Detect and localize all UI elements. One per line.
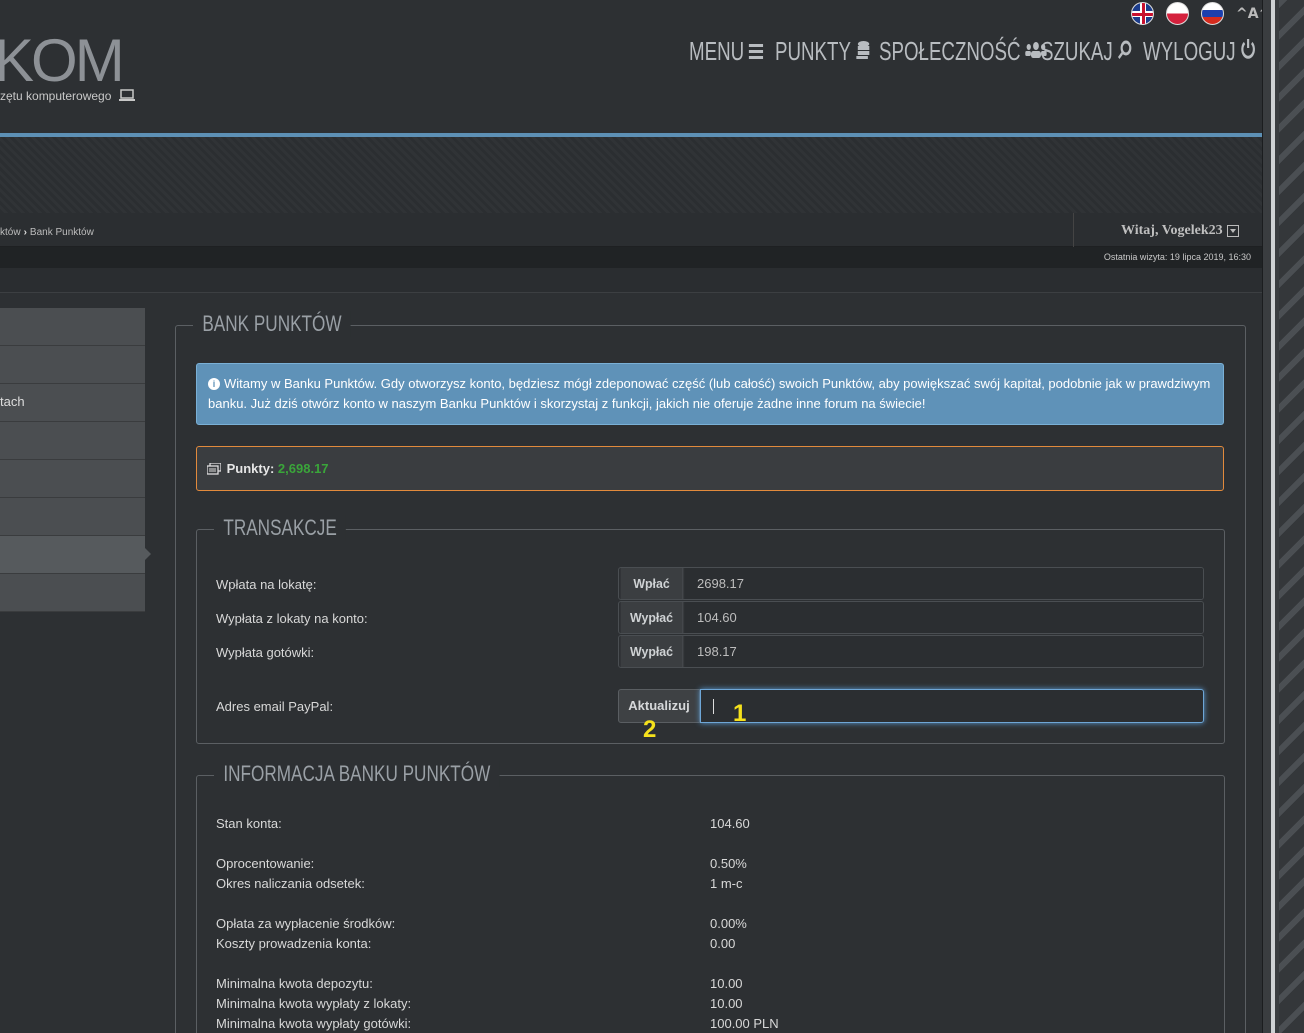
nav-punkty-label: PUNKTY [775, 36, 851, 66]
stat-value: 1 m-c [710, 876, 743, 891]
paypal-group: Aktualizuj [618, 689, 1204, 723]
annotation-button: 2 [643, 716, 657, 743]
info-alert: i Witamy w Banku Punktów. Gdy otworzysz k… [196, 363, 1224, 425]
divider [1073, 213, 1074, 247]
bank-info-panel [196, 775, 1225, 1033]
stat-label: Oprocentowanie: [216, 856, 315, 871]
breadcrumb-parent[interactable]: któw [0, 227, 21, 238]
deposit-group: Wpłać 2698.17 [618, 567, 1204, 600]
stat-label: Opłata za wypłacenie środków: [216, 916, 396, 931]
sidebar-item[interactable] [0, 422, 145, 460]
points-value: 2,698.17 [277, 461, 329, 476]
breadcrumb-bar: któw › Bank Punktów Witaj, Vogelek23 [0, 213, 1262, 247]
deposit-label: Wpłata na lokatę: [216, 577, 317, 592]
text-caret [713, 699, 714, 714]
main-nav: MENU PUNKTY SPOŁECZNOŚĆ SZUKAJ WYLOGUJ [689, 36, 1255, 70]
info-text: Witamy w Banku Punktów. Gdy otworzysz ko… [208, 376, 1211, 411]
money-icon [206, 462, 222, 478]
stat-value: 0.00% [710, 916, 747, 931]
deposit-button[interactable]: Wpłać [620, 568, 684, 599]
nav-menu-label: MENU [689, 36, 745, 66]
flag-ru-icon[interactable] [1201, 2, 1224, 25]
stat-label: Minimalna kwota wypłaty z lokaty: [216, 996, 412, 1011]
withdraw-cash-button[interactable]: Wypłać [620, 636, 684, 667]
last-visit: Ostatnia wizyta: 19 lipca 2019, 16:30 [1103, 252, 1251, 262]
stat-value: 10.00 [710, 996, 743, 1011]
coins-icon [855, 36, 871, 67]
paypal-email-input[interactable] [700, 689, 1204, 723]
breadcrumb-separator-icon: › [23, 227, 27, 238]
nav-wyloguj-label: WYLOGUJ [1143, 36, 1236, 66]
sidebar-item[interactable] [0, 346, 145, 384]
welcome-text: Witaj, Vogelek23 [1121, 223, 1223, 238]
sidebar-item[interactable] [0, 308, 145, 346]
info-icon: i [208, 378, 220, 390]
search-icon [1117, 36, 1132, 67]
site-logo[interactable]: KOM [0, 26, 125, 95]
withdraw-deposit-label: Wypłata z lokaty na konto: [216, 611, 368, 626]
paypal-update-button[interactable]: Aktualizuj [618, 689, 700, 723]
points-label: Punkty: [226, 461, 275, 476]
sidebar: tach [0, 308, 151, 612]
breadcrumb: któw › Bank Punktów [0, 227, 94, 238]
laptop-icon [118, 89, 135, 104]
bank-title: BANK PUNKTÓW [193, 311, 351, 337]
language-switcher: ^A^ [1131, 2, 1270, 25]
stat-label: Minimalna kwota depozytu: [216, 976, 373, 991]
withdraw-deposit-group: Wypłać 104.60 [618, 601, 1204, 634]
stat-label: Koszty prowadzenia konta: [216, 936, 372, 951]
sidebar-item[interactable] [0, 498, 145, 536]
stat-label: Okres naliczania odsetek: [216, 876, 365, 891]
stat-value: 10.00 [710, 976, 743, 991]
stat-label: Stan konta: [216, 816, 282, 831]
withdraw-deposit-button[interactable]: Wypłać [620, 602, 684, 633]
nav-spolecznosc[interactable]: SPOŁECZNOŚĆ [879, 36, 1047, 67]
flag-pl-icon[interactable] [1166, 2, 1189, 25]
annotation-input: 1 [733, 700, 747, 727]
user-menu[interactable]: Witaj, Vogelek23 [1121, 223, 1239, 239]
flag-uk-icon[interactable] [1131, 2, 1154, 25]
header-banner [0, 137, 1262, 213]
sidebar-item[interactable]: tach [0, 384, 145, 422]
nav-punkty[interactable]: PUNKTY [775, 36, 870, 67]
sidebar-item[interactable] [0, 460, 145, 498]
withdraw-cash-input[interactable]: 198.17 [685, 636, 1203, 667]
power-icon [1240, 36, 1256, 67]
nav-menu[interactable]: MENU [689, 36, 763, 67]
sub-bar: Ostatnia wizyta: 19 lipca 2019, 16:30 [0, 247, 1262, 268]
transactions-title: TRANSAKCJE [214, 515, 347, 541]
withdraw-cash-group: Wypłać 198.17 [618, 635, 1204, 668]
points-balance: Punkty: 2,698.17 [196, 446, 1224, 491]
stat-value: 0.50% [710, 856, 747, 871]
deposit-input[interactable]: 2698.17 [685, 568, 1203, 599]
menu-icon [748, 36, 763, 67]
page-border-decoration [1262, 0, 1304, 1033]
paypal-label: Adres email PayPal: [216, 699, 334, 714]
bank-info-title: INFORMACJA BANKU PUNKTÓW [214, 761, 500, 787]
nav-szukaj-label: SZUKAJ [1041, 36, 1113, 66]
dropdown-icon[interactable] [1226, 224, 1239, 237]
site-header: KOM zętu komputerowego ^A^ MENU PUNKTY S… [0, 0, 1270, 134]
sidebar-item-active[interactable] [0, 536, 151, 574]
sidebar-item[interactable] [0, 574, 145, 612]
nav-spolecznosc-label: SPOŁECZNOŚĆ [879, 36, 1021, 66]
site-tagline: zętu komputerowego [0, 89, 135, 104]
stat-value: 104.60 [710, 816, 750, 831]
withdraw-cash-label: Wypłata gotówki: [216, 645, 315, 660]
withdraw-deposit-input[interactable]: 104.60 [685, 602, 1203, 633]
tagline-text: zętu komputerowego [0, 89, 112, 103]
stat-value: 100.00 PLN [710, 1016, 779, 1031]
nav-wyloguj[interactable]: WYLOGUJ [1143, 36, 1255, 67]
stat-value: 0.00 [710, 936, 736, 951]
breadcrumb-current[interactable]: Bank Punktów [30, 227, 94, 238]
nav-szukaj[interactable]: SZUKAJ [1041, 36, 1132, 67]
stat-label: Minimalna kwota wypłaty gotówki: [216, 1016, 412, 1031]
